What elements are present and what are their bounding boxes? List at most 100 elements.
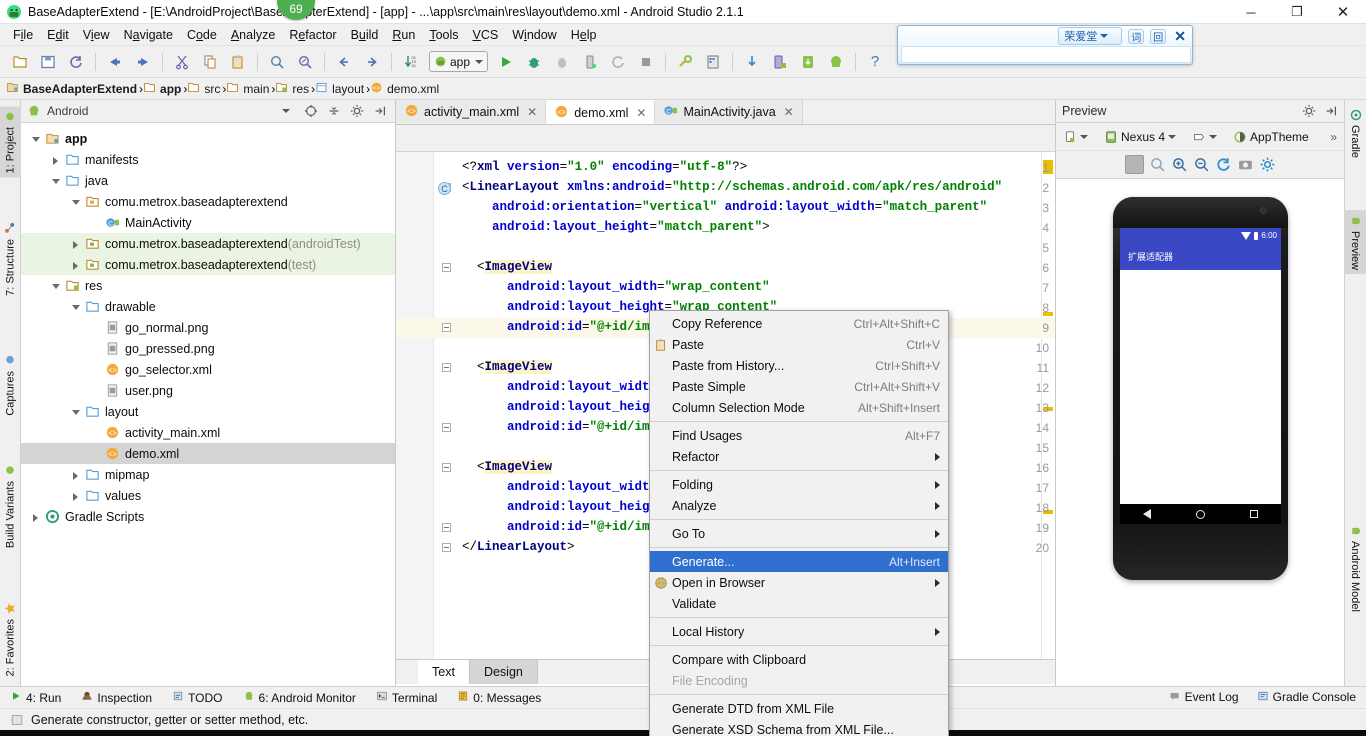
- context-menu-item-generate-dtd-from-xml-file[interactable]: Generate DTD from XML File: [650, 698, 948, 719]
- maximize-button[interactable]: ❐: [1274, 0, 1320, 24]
- avd-manager-icon[interactable]: [702, 51, 724, 73]
- close-icon[interactable]: ✕: [636, 106, 646, 120]
- chevron-down-icon[interactable]: [31, 133, 43, 145]
- editor-context-menu[interactable]: Copy Reference Ctrl+Alt+Shift+C Paste Ctrl+…: [649, 310, 949, 736]
- hide-icon[interactable]: [1324, 104, 1338, 118]
- context-menu-item-column-selection-mode[interactable]: Column Selection Mode Alt+Shift+Insert: [650, 397, 948, 418]
- android-icon[interactable]: [825, 51, 847, 73]
- context-menu-item-folding[interactable]: Folding: [650, 474, 948, 495]
- sync-icon[interactable]: [65, 51, 87, 73]
- menu-item-navigate[interactable]: Navigate: [117, 26, 180, 44]
- theme-selector[interactable]: AppTheme: [1231, 129, 1311, 145]
- tree-node-activity-main-xml[interactable]: <> activity_main.xml: [21, 422, 395, 443]
- gear-icon[interactable]: [350, 104, 364, 118]
- menu-item-code[interactable]: Code: [180, 26, 224, 44]
- chevron-down-icon[interactable]: [51, 175, 63, 187]
- tool-tab-captures[interactable]: Captures: [0, 350, 21, 420]
- undo-icon[interactable]: [104, 51, 126, 73]
- context-menu-item-copy-reference[interactable]: Copy Reference Ctrl+Alt+Shift+C: [650, 313, 948, 334]
- bottom-tab-4--run[interactable]: 4: Run: [0, 690, 71, 705]
- tree-node-mainactivity[interactable]: C MainActivity: [21, 212, 395, 233]
- context-menu-item-paste[interactable]: Paste Ctrl+V: [650, 334, 948, 355]
- editor-tab-activity-main-xml[interactable]: <> activity_main.xml ✕: [396, 100, 547, 124]
- sdk-download-icon[interactable]: [797, 51, 819, 73]
- ime-dictionary-button[interactable]: 词: [1128, 28, 1145, 44]
- chevron-down-icon[interactable]: [282, 109, 290, 113]
- fold-marker[interactable]: [442, 423, 451, 432]
- ime-tools-button[interactable]: 回: [1150, 28, 1167, 44]
- context-menu-item-local-history[interactable]: Local History: [650, 621, 948, 642]
- close-button[interactable]: ✕: [1320, 0, 1366, 24]
- tree-node-manifests[interactable]: manifests: [21, 149, 395, 170]
- replace-icon[interactable]: [294, 51, 316, 73]
- android-device-monitor-icon[interactable]: [579, 51, 601, 73]
- sdk-manager-icon[interactable]: [674, 51, 696, 73]
- context-menu-item-analyze[interactable]: Analyze: [650, 495, 948, 516]
- project-view-selector[interactable]: Android: [47, 104, 276, 118]
- target-icon[interactable]: [304, 104, 318, 118]
- debug-button[interactable]: [523, 51, 545, 73]
- chevron-right-icon[interactable]: [71, 469, 83, 481]
- editor-tab-demo-xml[interactable]: <> demo.xml ✕: [546, 100, 656, 124]
- settings-icon[interactable]: [1259, 156, 1276, 173]
- zoom-out-icon[interactable]: [1193, 156, 1210, 173]
- breadcrumb-item-src[interactable]: src: [187, 81, 222, 97]
- hide-icon[interactable]: [373, 104, 387, 118]
- fold-marker[interactable]: [442, 463, 451, 472]
- tree-node-drawable[interactable]: drawable: [21, 296, 395, 317]
- redo-icon[interactable]: [132, 51, 154, 73]
- breadcrumb-item-app[interactable]: app: [143, 81, 183, 97]
- avd-icon[interactable]: [769, 51, 791, 73]
- close-icon[interactable]: ✕: [784, 105, 794, 119]
- fold-marker[interactable]: [442, 323, 451, 332]
- tool-tab-2--favorites[interactable]: 2: Favorites: [0, 598, 21, 680]
- paste-icon[interactable]: [227, 51, 249, 73]
- tree-node-java[interactable]: java: [21, 170, 395, 191]
- editor-mode-tab-text[interactable]: Text: [418, 660, 470, 684]
- context-menu-item-find-usages[interactable]: Find Usages Alt+F7: [650, 425, 948, 446]
- tree-node-app[interactable]: app: [21, 128, 395, 149]
- bottom-tab-6--android-monitor[interactable]: 6: Android Monitor: [233, 690, 366, 705]
- api-version-selector[interactable]: [1190, 129, 1227, 145]
- tool-tab-7--structure[interactable]: 7: Structure: [0, 218, 21, 300]
- editor-tab-mainactivity-java[interactable]: C MainActivity.java ✕: [655, 100, 803, 124]
- menu-item-vcs[interactable]: VCS: [466, 26, 506, 44]
- tree-node-demo-xml[interactable]: <> demo.xml: [21, 443, 395, 464]
- context-menu-item-generate[interactable]: Generate... Alt+Insert: [650, 551, 948, 572]
- fold-marker[interactable]: [442, 363, 451, 372]
- menu-item-file[interactable]: File: [6, 26, 40, 44]
- bottom-tab-terminal[interactable]: Terminal: [366, 690, 447, 705]
- tree-node-go-selector-xml[interactable]: <> go_selector.xml: [21, 359, 395, 380]
- fold-marker[interactable]: [442, 263, 451, 272]
- menu-item-tools[interactable]: Tools: [422, 26, 465, 44]
- back-icon[interactable]: [333, 51, 355, 73]
- bottom-tab-0--messages[interactable]: 0: Messages: [447, 690, 551, 705]
- tree-node-res[interactable]: res: [21, 275, 395, 296]
- chevron-right-icon[interactable]: [71, 490, 83, 502]
- ime-toolbar[interactable]: 荣爱堂 词 回 ✕: [897, 25, 1193, 65]
- breadcrumb-item-demo-xml[interactable]: <> demo.xml: [370, 81, 441, 97]
- tree-node-mipmap[interactable]: mipmap: [21, 464, 395, 485]
- tree-node-layout[interactable]: layout: [21, 401, 395, 422]
- context-menu-item-refactor[interactable]: Refactor: [650, 446, 948, 467]
- tree-node-comu-metrox-baseadapterextend[interactable]: comu.metrox.baseadapterextend (test): [21, 254, 395, 275]
- select-mode-icon[interactable]: [1124, 155, 1144, 174]
- minimize-button[interactable]: ─: [1228, 0, 1274, 24]
- tool-tab-build-variants[interactable]: Build Variants: [0, 460, 21, 552]
- cut-icon[interactable]: [171, 51, 193, 73]
- context-menu-item-go-to[interactable]: Go To: [650, 523, 948, 544]
- gear-icon[interactable]: [1302, 104, 1316, 118]
- menu-item-window[interactable]: Window: [505, 26, 563, 44]
- menu-item-run[interactable]: Run: [385, 26, 422, 44]
- context-menu-item-generate-xsd-schema-from-xml-file[interactable]: Generate XSD Schema from XML File...: [650, 719, 948, 736]
- sync-gradle-icon[interactable]: [741, 51, 763, 73]
- help-icon[interactable]: ?: [864, 51, 886, 73]
- breadcrumb-item-res[interactable]: res: [275, 81, 311, 97]
- overflow-button[interactable]: »: [1328, 129, 1339, 145]
- bottom-tab-todo[interactable]: TODO: [162, 690, 232, 705]
- run-button[interactable]: [495, 51, 517, 73]
- context-menu-item-paste-from-history[interactable]: Paste from History... Ctrl+Shift+V: [650, 355, 948, 376]
- context-menu-item-compare-with-clipboard[interactable]: Compare with Clipboard: [650, 649, 948, 670]
- tree-node-go-pressed-png[interactable]: go_pressed.png: [21, 338, 395, 359]
- chevron-right-icon[interactable]: [31, 511, 43, 523]
